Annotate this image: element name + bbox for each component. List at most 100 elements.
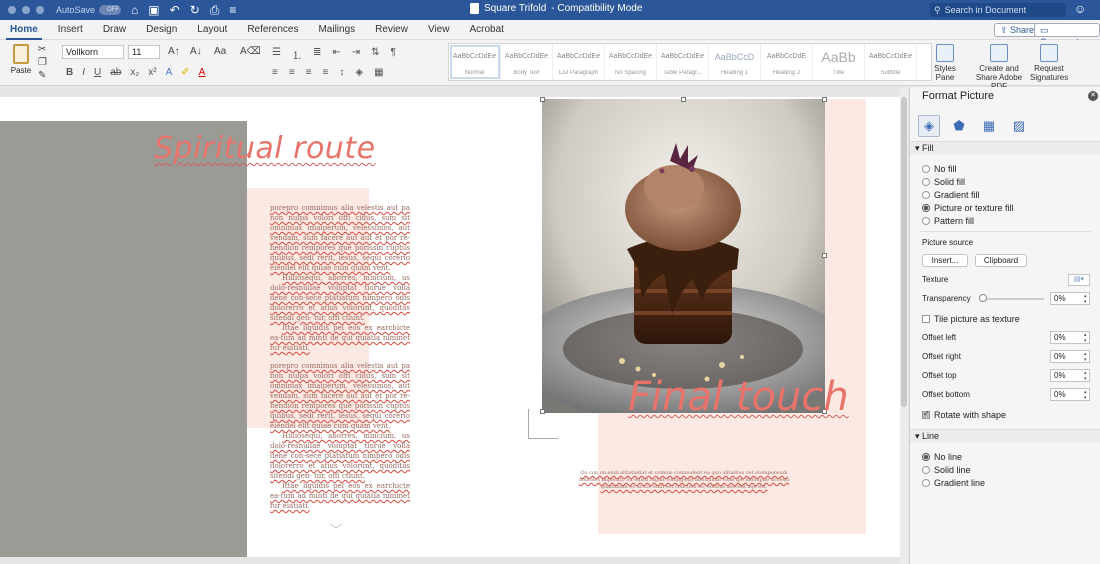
shrink-font-icon[interactable]: A↓ [190,46,202,57]
document-page[interactable]: Spiritual route porepro comnimus alia ve… [0,97,900,557]
dessert-photo[interactable] [542,99,825,413]
grow-font-icon[interactable]: A↑ [168,46,180,57]
document-canvas[interactable]: Spiritual route porepro comnimus alia ve… [0,87,908,564]
resize-handle[interactable] [540,97,545,102]
account-icon[interactable]: ☺ [1074,2,1086,16]
offset-left-input[interactable]: 0% [1050,331,1090,344]
tab-insert[interactable]: Insert [48,20,93,40]
close-window-button[interactable] [8,6,16,14]
change-case-icon[interactable]: Aa [214,46,226,57]
fill-option-pattern-fill[interactable]: Pattern fill [922,216,974,226]
borders-icon[interactable]: ▦ [374,67,383,78]
highlight-icon[interactable]: ✐ [181,67,189,78]
redo-icon[interactable]: ↻ [190,3,200,18]
cut-icon[interactable]: ✂ [38,44,46,55]
numbering-icon[interactable]: ⒈ [292,47,302,62]
shading-icon[interactable]: ◈ [355,67,363,78]
radio-button[interactable] [922,165,930,173]
style-subtitle[interactable]: AaBbCcDdEe Subtitle [865,44,917,80]
decrease-indent-icon[interactable]: ⇤ [332,47,340,62]
radio-button[interactable] [922,466,930,474]
line-option-gradient-line[interactable]: Gradient line [922,478,985,488]
font-size-select[interactable]: 11 [128,45,160,59]
line-spacing-icon[interactable]: ↕ [339,67,344,78]
fill-section-header[interactable]: ▾ Fill [910,141,1100,155]
superscript-icon[interactable]: x² [148,67,156,78]
text-effects-icon[interactable]: A [166,67,173,78]
style-no-spacing[interactable]: AaBbCcDdEe No Spacing [605,44,657,80]
align-left-icon[interactable]: ≡ [272,67,278,78]
request-signatures-button[interactable]: Request Signatures [1030,44,1068,82]
minimize-window-button[interactable] [22,6,30,14]
customize-toolbar-icon[interactable]: ≡ [229,3,236,18]
show-marks-icon[interactable]: ¶ [391,47,396,62]
tab-design[interactable]: Design [136,20,187,40]
body-text-block-1[interactable]: porepro comnimus alia velestis aut pa no… [270,203,410,353]
style-table-paragraph[interactable]: AaBbCcDdEe Table Paragr... [657,44,709,80]
offset-top-input[interactable]: 0% [1050,369,1090,382]
autosave-toggle[interactable]: AutoSave OFF [56,5,122,15]
transparency-slider-track[interactable] [982,298,1044,300]
save-icon[interactable]: ▣ [148,3,159,18]
offset-right-input[interactable]: 0% [1050,350,1090,363]
style-normal[interactable]: AaBbCcDdEe Normal [449,44,501,80]
body-text-block-2[interactable]: porepro comnimus alia velestis aut pa no… [270,361,410,511]
line-section-header[interactable]: ▾ Line [910,429,1100,443]
format-painter-icon[interactable]: ✎ [38,70,46,81]
vertical-scrollbar[interactable] [900,87,908,564]
transparency-slider-handle[interactable] [979,294,987,302]
home-icon[interactable]: ⌂ [131,3,138,18]
align-center-icon[interactable]: ≡ [289,67,295,78]
font-name-select[interactable]: Vollkorn [62,45,124,59]
font-color-icon[interactable]: A [199,67,206,78]
checkbox[interactable] [922,409,930,419]
justify-icon[interactable]: ≡ [323,67,329,78]
undo-icon[interactable]: ↶ [170,3,180,18]
tab-view[interactable]: View [418,20,460,40]
texture-picker[interactable]: ▤▾ [1068,274,1090,286]
underline-icon[interactable]: U [94,67,101,78]
strikethrough-icon[interactable]: ab [110,67,121,78]
rotate-with-shape-option[interactable]: Rotate with shape [922,409,1006,420]
resize-handle[interactable] [681,97,686,102]
picture-tab-icon[interactable]: ▨ [1008,115,1030,137]
resize-handle[interactable] [822,97,827,102]
tile-picture-option[interactable]: Tile picture as texture [922,314,1020,324]
tab-layout[interactable]: Layout [187,20,237,40]
create-pdf-button[interactable]: Create and Share Adobe PDF [968,44,1030,91]
line-option-solid-line[interactable]: Solid line [922,465,971,475]
print-icon[interactable]: ⎙ [210,3,220,18]
radio-button[interactable] [922,191,930,199]
search-input[interactable]: ⚲ Search in Document [930,3,1066,17]
close-icon[interactable]: ✕ [1088,91,1098,101]
radio-button[interactable] [922,178,930,186]
subscript-icon[interactable]: x₂ [130,67,139,78]
tab-acrobat[interactable]: Acrobat [459,20,513,40]
heading-final-touch[interactable]: Final touch [628,374,849,420]
sort-icon[interactable]: ⇅ [371,47,379,62]
autosave-switch[interactable]: OFF [99,5,122,15]
checkbox[interactable] [922,315,930,323]
effects-tab-icon[interactable]: ⬟ [948,115,970,137]
radio-button[interactable] [922,453,930,461]
radio-button[interactable] [922,217,930,225]
heading-spiritual-route[interactable]: Spiritual route [154,131,376,166]
style-list-paragraph[interactable]: AaBbCcDdEe List Paragraph [553,44,605,80]
window-controls[interactable] [8,6,44,14]
resize-handle[interactable] [822,253,827,258]
paste-button[interactable]: Paste [6,44,36,75]
scrollbar-thumb[interactable] [901,97,907,407]
caption-text[interactable]: Oo con on endi alitatiatiat et comnis co… [574,470,794,491]
bold-icon[interactable]: B [66,67,73,78]
style-body-text[interactable]: AaBbCcDdEe Body Text [501,44,553,80]
offset-bottom-input[interactable]: 0% [1050,388,1090,401]
fill-option-no-fill[interactable]: No fill [922,164,957,174]
multilevel-list-icon[interactable]: ≣ [313,47,321,62]
layout-properties-tab-icon[interactable]: ▦ [978,115,1000,137]
style-title[interactable]: AaBb Title [813,44,865,80]
bullets-icon[interactable]: ☰ [272,47,281,62]
increase-indent-icon[interactable]: ⇥ [352,47,360,62]
zoom-window-button[interactable] [36,6,44,14]
style-heading-2[interactable]: AaBbCcDdE Heading 2 [761,44,813,80]
radio-button[interactable] [922,479,930,487]
